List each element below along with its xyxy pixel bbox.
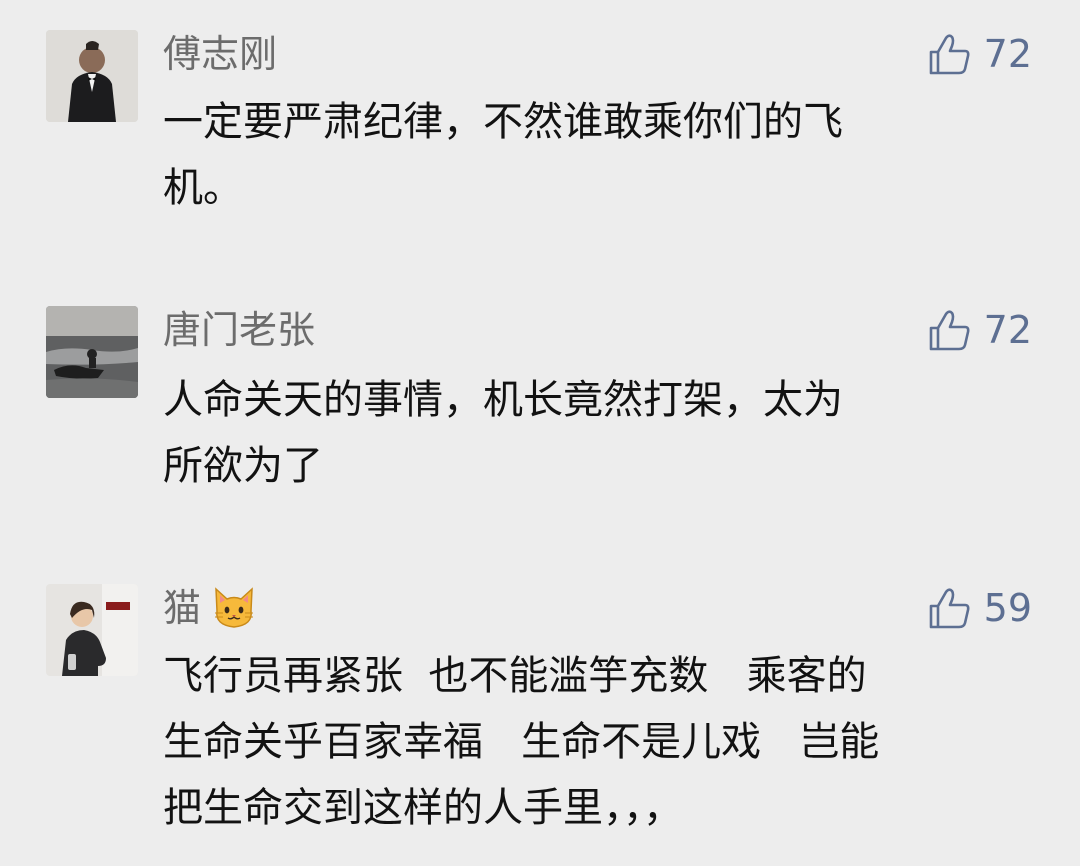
comment-author[interactable]: 猫 <box>163 584 257 632</box>
thumbs-up-icon <box>929 310 970 351</box>
comment-text-line: 机。 <box>163 165 243 211</box>
comment-text: 一定要严肃纪律，不然谁敢乘你们的飞 机。 <box>163 89 1043 221</box>
comment-author[interactable]: 傅志刚 <box>163 30 277 78</box>
like-button[interactable]: 72 <box>928 306 1032 354</box>
like-count: 59 <box>983 586 1032 630</box>
thumbs-up-icon <box>929 588 970 629</box>
like-count: 72 <box>983 308 1032 352</box>
avatar[interactable] <box>46 584 138 676</box>
comment-item: 傅志刚 72 一定要严肃纪律，不然谁敢乘你们的飞 机。 <box>0 0 1080 270</box>
comment-text-line: 把生命交到这样的人手里，，， <box>163 785 683 831</box>
comment-text: 飞行员再紧张 也不能滥竽充数 乘客的 生命关乎百家幸福 生命不是儿戏 岂能 把生… <box>163 643 1043 841</box>
like-button[interactable]: 72 <box>928 30 1032 78</box>
avatar[interactable] <box>46 306 138 398</box>
avatar[interactable] <box>46 30 138 122</box>
like-count: 72 <box>983 32 1032 76</box>
comment-item: 猫 59 飞行员再紧张 也不能滥竽充数 乘客的 生命关乎百家幸福 生命不是儿戏 … <box>0 550 1080 866</box>
comment-text-line: 生命关乎百家幸福 生命不是儿戏 岂能 <box>163 719 880 765</box>
comment-text-line: 人命关天的事情，机长竟然打架，太为 <box>163 377 843 423</box>
comment-item: 唐门老张 72 人命关天的事情，机长竟然打架，太为 所欲为了 <box>0 270 1080 550</box>
comment-author-name: 猫 <box>163 586 202 630</box>
comment-author[interactable]: 唐门老张 <box>163 306 315 354</box>
like-button[interactable]: 59 <box>928 584 1032 632</box>
thumbs-up-icon <box>929 34 970 75</box>
comment-text: 人命关天的事情，机长竟然打架，太为 所欲为了 <box>163 367 1043 499</box>
comment-text-line: 飞行员再紧张 也不能滥竽充数 乘客的 <box>163 653 867 699</box>
comment-text-line: 一定要严肃纪律，不然谁敢乘你们的飞 <box>163 99 843 145</box>
comment-text-line: 所欲为了 <box>163 443 323 489</box>
cat-face-icon <box>215 587 254 628</box>
